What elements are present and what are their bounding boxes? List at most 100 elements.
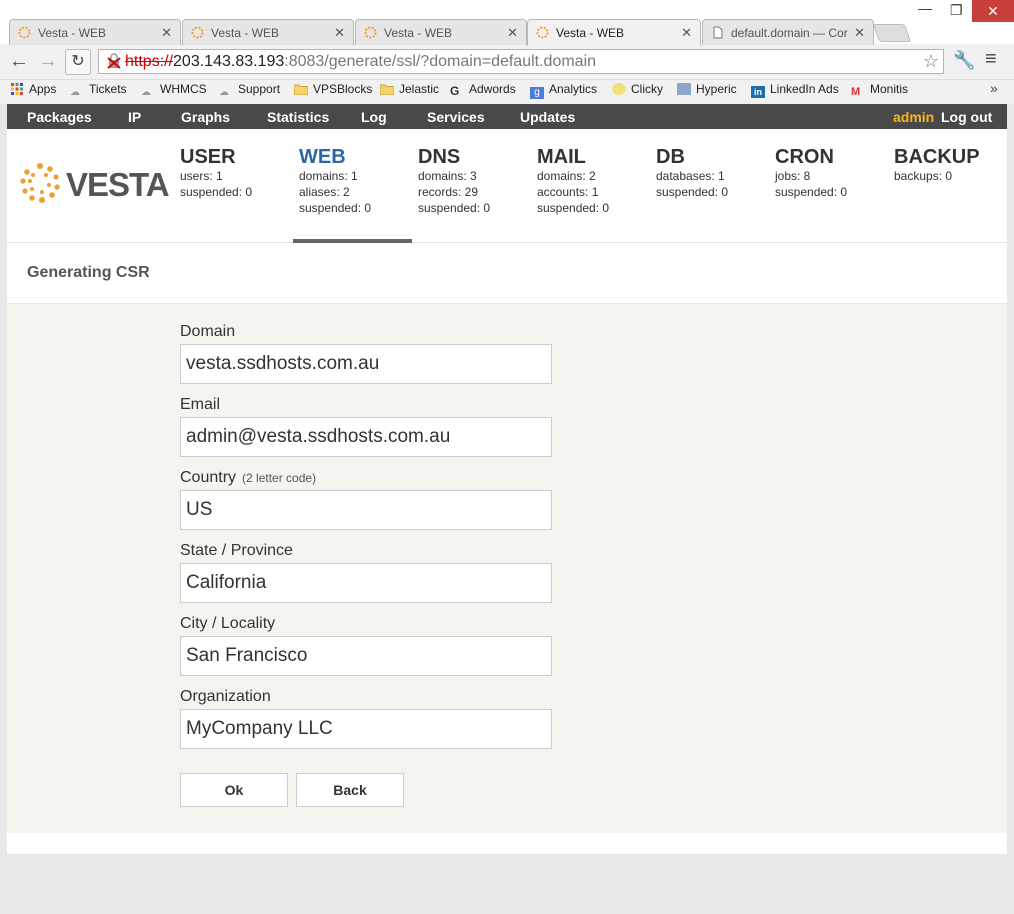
nav-logout[interactable]: Log out bbox=[941, 109, 992, 125]
close-tab-icon[interactable]: ✕ bbox=[854, 25, 865, 41]
maximize-icon[interactable]: ❐ bbox=[950, 2, 963, 19]
bookmark-vpsblocks[interactable]: VPSBlocks bbox=[294, 82, 372, 96]
bookmark-apps[interactable]: Apps bbox=[10, 82, 56, 96]
vesta-favicon-icon bbox=[364, 26, 377, 39]
broken-lock-icon bbox=[107, 53, 121, 69]
new-tab-button[interactable] bbox=[872, 24, 912, 42]
close-tab-icon[interactable]: ✕ bbox=[161, 25, 172, 41]
bookmark-analytics[interactable]: g Analytics bbox=[530, 82, 597, 99]
section-title: MAIL bbox=[537, 146, 586, 168]
bookmark-monitis[interactable]: M Monitis bbox=[851, 82, 908, 98]
ok-button[interactable]: Ok bbox=[180, 773, 288, 807]
bookmark-whmcs[interactable]: ☁ WHMCS bbox=[141, 82, 207, 99]
cloud-icon: ☁ bbox=[219, 87, 229, 98]
chrome-menu-icon[interactable]: ≡ bbox=[985, 48, 997, 71]
tab-strip: Vesta - WEB ✕ Vesta - WEB ✕ Vesta - WEB … bbox=[0, 0, 1014, 46]
nav-statistics[interactable]: Statistics bbox=[267, 109, 329, 125]
reload-icon[interactable]: ↻ bbox=[65, 49, 91, 75]
vesta-logo[interactable]: VESTA bbox=[20, 163, 170, 203]
city-label: City / Locality bbox=[180, 615, 276, 632]
bookmark-adwords[interactable]: G Adwords bbox=[450, 82, 516, 98]
section-stat: suspended: 0 bbox=[775, 185, 848, 199]
forward-arrow-icon[interactable]: → bbox=[36, 50, 60, 73]
url-text: https://203.143.83.193:8083/generate/ssl… bbox=[125, 50, 596, 73]
linkedin-icon: in bbox=[751, 86, 765, 98]
bookmarks-bar: Apps ☁ Tickets ☁ WHMCS ☁ Support VPSBlocks … bbox=[0, 80, 1014, 102]
browser-tab-1[interactable]: Vesta - WEB ✕ bbox=[9, 19, 181, 45]
csr-form: Domain Email Country (2 letter code) Stat… bbox=[7, 304, 1007, 833]
back-button[interactable]: Back bbox=[296, 773, 404, 807]
nav-packages[interactable]: Packages bbox=[27, 109, 92, 125]
nav-log[interactable]: Log bbox=[361, 109, 387, 125]
browser-tab-active[interactable]: Vesta - WEB ✕ bbox=[527, 19, 701, 46]
nav-user-admin[interactable]: admin bbox=[893, 109, 934, 125]
back-arrow-icon[interactable]: ← bbox=[7, 50, 31, 73]
bookmark-label: Clicky bbox=[631, 82, 663, 96]
tab-title: Vesta - WEB bbox=[38, 26, 107, 40]
close-tab-icon[interactable]: ✕ bbox=[334, 25, 345, 41]
stat-dns[interactable]: DNS domains: 3 records: 29 suspended: 0 bbox=[418, 146, 533, 216]
browser-tab-2[interactable]: Vesta - WEB ✕ bbox=[182, 19, 354, 45]
stat-mail[interactable]: MAIL domains: 2 accounts: 1 suspended: 0 bbox=[537, 146, 652, 216]
clicky-icon bbox=[612, 83, 626, 95]
stat-cron[interactable]: CRON jobs: 8 suspended: 0 bbox=[775, 146, 890, 200]
vesta-favicon-icon bbox=[18, 26, 31, 39]
browser-toolbar: ← → ↻ https://203.143.83.193:8083/genera… bbox=[0, 45, 1014, 80]
domain-field[interactable] bbox=[180, 344, 552, 384]
email-field[interactable] bbox=[180, 417, 552, 457]
bookmark-hyperic[interactable]: Hyperic bbox=[677, 82, 737, 96]
section-stat: suspended: 0 bbox=[418, 201, 491, 215]
hyperic-icon bbox=[677, 83, 691, 95]
monitis-icon: M bbox=[851, 86, 861, 98]
nav-ip[interactable]: IP bbox=[128, 109, 141, 125]
stat-db[interactable]: DB databases: 1 suspended: 0 bbox=[656, 146, 771, 200]
minimize-icon[interactable]: — bbox=[918, 0, 932, 16]
section-title: BACKUP bbox=[894, 146, 980, 168]
bookmark-linkedin-ads[interactable]: in LinkedIn Ads bbox=[751, 82, 839, 98]
section-title: DNS bbox=[418, 146, 461, 168]
window-close-icon[interactable]: ✕ bbox=[972, 0, 1014, 22]
browser-tab-3[interactable]: Vesta - WEB ✕ bbox=[355, 19, 527, 45]
bookmark-jelastic[interactable]: Jelastic bbox=[380, 82, 439, 96]
chevron-more-icon[interactable]: » bbox=[990, 80, 998, 96]
tab-title: default.domain — Cor bbox=[731, 26, 848, 40]
browser-tab-5[interactable]: default.domain — Cor ✕ bbox=[702, 19, 874, 45]
city-field[interactable] bbox=[180, 636, 552, 676]
page-title: Generating CSR bbox=[27, 264, 150, 281]
close-tab-icon[interactable]: ✕ bbox=[681, 25, 692, 41]
cloud-icon: ☁ bbox=[70, 87, 80, 98]
nav-graphs[interactable]: Graphs bbox=[181, 109, 230, 125]
address-bar[interactable]: https://203.143.83.193:8083/generate/ssl… bbox=[98, 49, 944, 74]
section-stat: accounts: 1 bbox=[537, 185, 599, 199]
bookmark-label: Monitis bbox=[870, 82, 909, 96]
state-label: State / Province bbox=[180, 542, 293, 559]
nav-services[interactable]: Services bbox=[427, 109, 485, 125]
logo-text: VESTA bbox=[66, 166, 170, 203]
url-host: 203.143.83.193 bbox=[173, 53, 285, 70]
section-title: USER bbox=[180, 146, 236, 168]
section-title: WEB bbox=[299, 146, 346, 168]
country-field[interactable] bbox=[180, 490, 552, 530]
bookmark-tickets[interactable]: ☁ Tickets bbox=[70, 82, 127, 99]
tab-title: Vesta - WEB bbox=[556, 26, 625, 40]
stat-backup[interactable]: BACKUP backups: 0 bbox=[894, 146, 1009, 184]
bookmark-label: Apps bbox=[29, 82, 57, 96]
stat-user[interactable]: USER users: 1 suspended: 0 bbox=[180, 146, 295, 200]
browser-chrome: Vesta - WEB ✕ Vesta - WEB ✕ Vesta - WEB … bbox=[0, 0, 1014, 104]
bookmark-support[interactable]: ☁ Support bbox=[219, 82, 280, 99]
close-tab-icon[interactable]: ✕ bbox=[507, 25, 518, 41]
section-stat: domains: 2 bbox=[537, 169, 596, 183]
bookmark-label: LinkedIn Ads bbox=[770, 82, 839, 96]
bookmark-label: Tickets bbox=[89, 82, 127, 96]
bookmark-clicky[interactable]: Clicky bbox=[612, 82, 663, 96]
stat-web[interactable]: WEB domains: 1 aliases: 2 suspended: 0 bbox=[299, 146, 414, 216]
organization-field[interactable] bbox=[180, 709, 552, 749]
bookmark-star-icon[interactable]: ☆ bbox=[923, 50, 939, 73]
google-plus-icon: g bbox=[530, 87, 544, 99]
document-icon bbox=[713, 26, 723, 39]
wrench-icon[interactable]: 🔧 bbox=[953, 50, 975, 71]
section-title: CRON bbox=[775, 146, 834, 168]
nav-updates[interactable]: Updates bbox=[520, 109, 575, 125]
country-hint: (2 letter code) bbox=[242, 471, 317, 485]
state-field[interactable] bbox=[180, 563, 552, 603]
